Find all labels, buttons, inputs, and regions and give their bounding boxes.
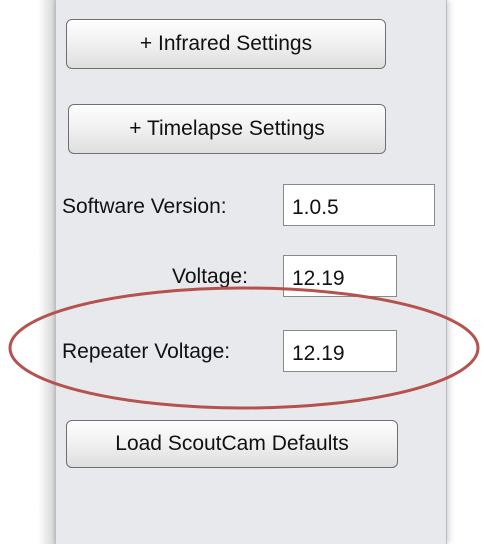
panel-shadow	[38, 0, 58, 544]
settings-panel: + Infrared Settings + Timelapse Settings…	[56, 0, 447, 544]
voltage-field[interactable]: 12.19	[283, 255, 397, 297]
voltage-label: Voltage:	[172, 265, 248, 288]
infrared-settings-button[interactable]: + Infrared Settings	[66, 19, 386, 69]
screenshot-canvas: + Infrared Settings + Timelapse Settings…	[0, 0, 484, 544]
timelapse-settings-button[interactable]: + Timelapse Settings	[68, 104, 386, 154]
software-version-label: Software Version:	[62, 195, 227, 218]
repeater-voltage-field[interactable]: 12.19	[283, 330, 397, 372]
repeater-voltage-label: Repeater Voltage:	[62, 340, 231, 363]
software-version-field[interactable]: 1.0.5	[283, 184, 435, 226]
load-scoutcam-defaults-button[interactable]: Load ScoutCam Defaults	[66, 420, 398, 468]
